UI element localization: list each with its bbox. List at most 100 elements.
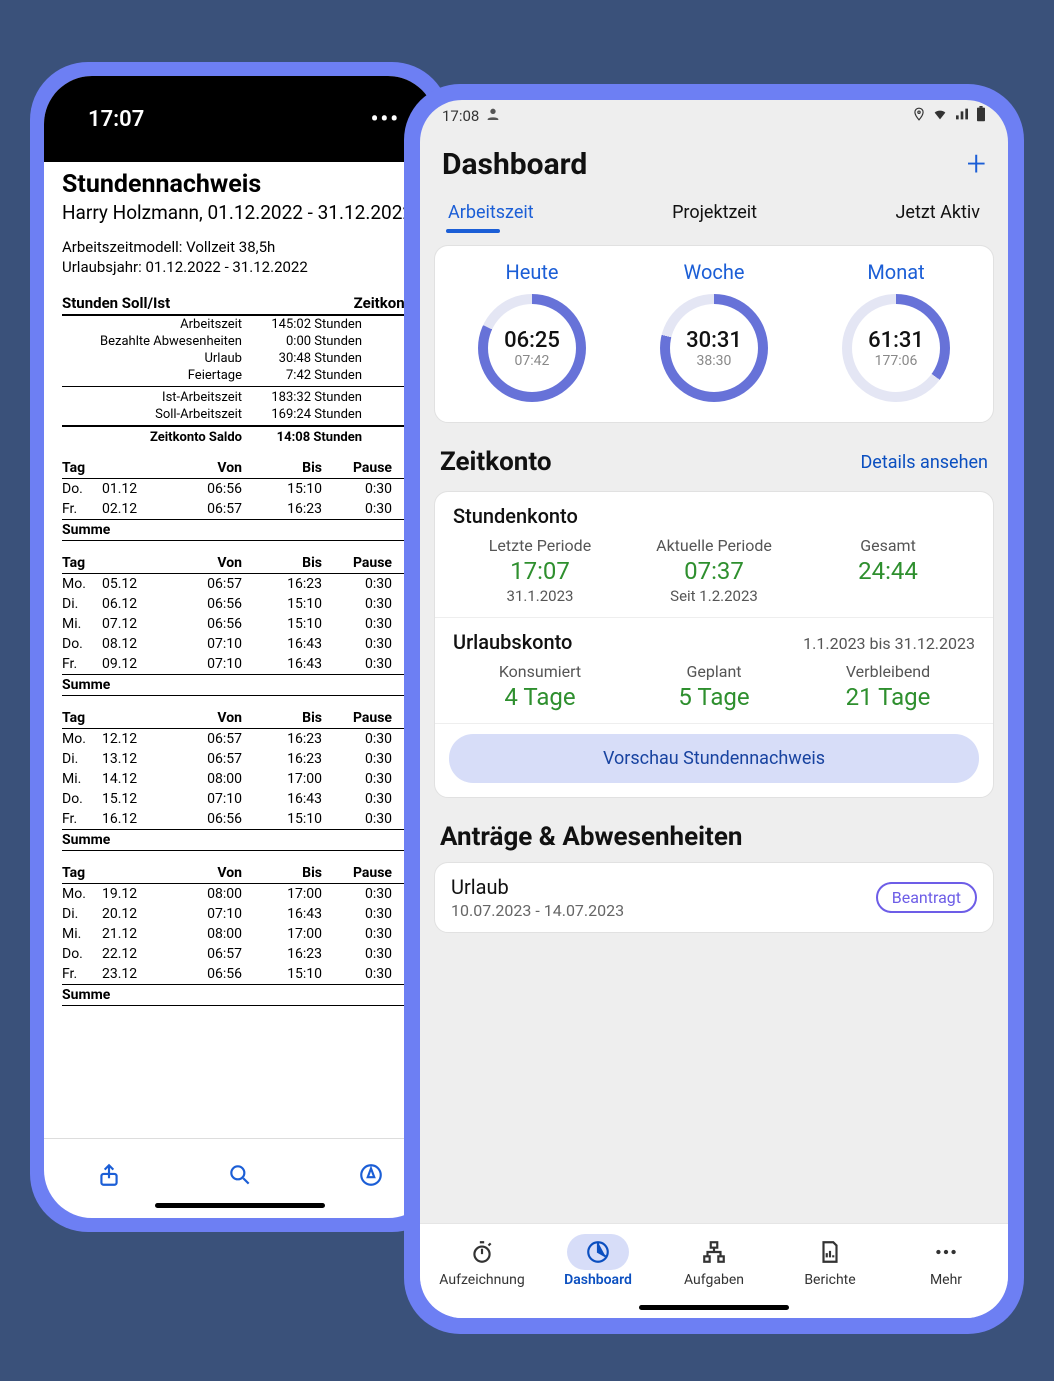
report-title: Stundennachweis <box>62 170 418 199</box>
phone-ios-screen: 17:07 ••• Stundennachweis Harry Holzmann… <box>44 76 436 1218</box>
urlaubskonto-period: 1.1.2023 bis 31.12.2023 <box>803 634 975 653</box>
preview-button[interactable]: Vorschau Stundennachweis <box>449 734 979 783</box>
summary-soll: Soll-Arbeitszeit 169:24 Stunden <box>62 406 418 423</box>
section-soll-ist: Stunden Soll/Ist <box>62 294 170 312</box>
time-row: Fr.09.1207:1016:430:30 <box>62 654 418 674</box>
summary-row: Arbeitszeit145:02 Stunden <box>62 316 418 333</box>
time-row: Do.15.1207:1016:430:30 <box>62 789 418 809</box>
share-icon[interactable] <box>96 1162 122 1195</box>
search-icon[interactable] <box>227 1162 253 1195</box>
zeitkonto-title: Zeitkonto <box>440 447 552 477</box>
phone-ios: 17:07 ••• Stundennachweis Harry Holzmann… <box>30 62 450 1232</box>
location-icon <box>912 107 926 125</box>
tab-projektzeit[interactable]: Projektzeit <box>670 192 759 235</box>
report-vacation-year: Urlaubsjahr: 01.12.2022 - 31.12.2022 <box>62 258 418 276</box>
time-row: Mo.12.1206:5716:230:30 <box>62 729 418 749</box>
phone-android: 17:08 Dashboard + Arbeitszeit Projektzei… <box>404 84 1024 1334</box>
ios-toolbar <box>44 1138 436 1218</box>
details-link[interactable]: Details ansehen <box>860 452 988 473</box>
tab-jetzt-aktiv[interactable]: Jetzt Aktiv <box>893 192 982 235</box>
stundenkonto-section: Stundenkonto Letzte Periode17:0731.1.202… <box>435 492 993 618</box>
week-sum: Summe <box>62 519 418 541</box>
ios-ellipsis-icon: ••• <box>371 107 400 132</box>
urlaub-col: Verbleibend21 Tage <box>801 662 975 711</box>
urlaub-col: Konsumiert4 Tage <box>453 662 627 711</box>
week-sum: Summe <box>62 674 418 696</box>
pie-chart-icon <box>567 1234 629 1270</box>
nav-mehr[interactable]: Mehr <box>888 1234 1004 1288</box>
zeitkonto-header: Zeitkonto Details ansehen <box>420 433 1008 481</box>
page-title: Dashboard <box>442 147 587 182</box>
time-row: Fr.02.1206:5716:230:30 <box>62 499 418 519</box>
gauge-woche[interactable]: Woche30:3138:30 <box>660 260 768 402</box>
phone-android-screen: 17:08 Dashboard + Arbeitszeit Projektzei… <box>420 100 1008 1318</box>
requests-title: Anträge & Abwesenheiten <box>440 822 742 852</box>
time-row: Di.06.1206:5615:100:30 <box>62 594 418 614</box>
time-row: Di.20.1207:1016:430:30 <box>62 904 418 924</box>
markup-icon[interactable] <box>358 1162 384 1195</box>
request-title: Urlaub <box>451 875 624 899</box>
time-row: Mi.21.1208:0017:000:30 <box>62 924 418 944</box>
stunden-col: Gesamt24:44 <box>801 536 975 605</box>
request-dates: 10.07.2023 - 14.07.2023 <box>451 901 624 920</box>
stunden-col: Letzte Periode17:0731.1.2023 <box>453 536 627 605</box>
signal-icon <box>954 106 970 126</box>
nav-aufgaben[interactable]: Aufgaben <box>656 1234 772 1288</box>
summary-row: Urlaub30:48 Stunden <box>62 350 418 367</box>
summary-row: Bezahlte Abwesenheiten0:00 Stunden <box>62 333 418 350</box>
nav-dashboard[interactable]: Dashboard <box>540 1234 656 1288</box>
zeitkonto-card: Stundenkonto Letzte Periode17:0731.1.202… <box>434 491 994 798</box>
android-clock: 17:08 <box>442 107 479 125</box>
time-gauges-card: Heute06:2507:42 Woche30:3138:30 Monat61:31… <box>434 245 994 423</box>
week-header: TagVonBisPause <box>62 863 418 884</box>
tab-arbeitszeit[interactable]: Arbeitszeit <box>446 192 536 235</box>
ios-home-indicator <box>155 1203 325 1208</box>
stunden-col: Aktuelle Periode07:37Seit 1.2.2023 <box>627 536 801 605</box>
add-button[interactable]: + <box>967 144 986 184</box>
report-document: Stundennachweis Harry Holzmann, 01.12.20… <box>44 154 436 1138</box>
battery-icon <box>976 106 986 126</box>
summary-row: Feiertage7:42 Stunden <box>62 367 418 384</box>
ios-clock: 17:07 <box>88 107 144 132</box>
request-status-badge: Beantragt <box>876 882 977 913</box>
report-workmodel: Arbeitszeitmodell: Vollzeit 38,5h <box>62 238 418 256</box>
time-row: Fr.23.1206:5615:100:30 <box>62 964 418 984</box>
week-header: TagVonBisPause <box>62 458 418 479</box>
report-subtitle: Harry Holzmann, 01.12.2022 - 31.12.2022 <box>62 201 418 224</box>
time-row: Mo.19.1208:0017:000:30 <box>62 884 418 904</box>
android-status-bar: 17:08 <box>420 100 1008 132</box>
urlaub-col: Geplant5 Tage <box>627 662 801 711</box>
time-row: Mi.14.1208:0017:000:30 <box>62 769 418 789</box>
week-sum: Summe <box>62 984 418 1006</box>
summary-ist: Ist-Arbeitszeit 183:32 Stunden Ze <box>62 389 418 406</box>
app-header: Dashboard + <box>420 132 1008 192</box>
report-section-header: Stunden Soll/Ist Zeitkonto <box>62 294 418 316</box>
time-row: Fr.16.1206:5615:100:30 <box>62 809 418 829</box>
nav-berichte[interactable]: Berichte <box>772 1234 888 1288</box>
person-icon <box>485 106 501 126</box>
week-header: TagVonBisPause <box>62 708 418 729</box>
nav-aufzeichnung[interactable]: Aufzeichnung <box>424 1234 540 1288</box>
time-row: Do.08.1207:1016:430:30 <box>62 634 418 654</box>
stopwatch-icon <box>424 1234 540 1270</box>
time-row: Do.01.1206:5615:100:30 <box>62 479 418 499</box>
urlaubskonto-title: Urlaubskonto <box>453 630 572 654</box>
week-header: TagVonBisPause <box>62 553 418 574</box>
time-row: Mo.05.1206:5716:230:30 <box>62 574 418 594</box>
report-icon <box>772 1234 888 1270</box>
ios-status-bar: 17:07 ••• <box>44 76 436 162</box>
time-row: Do.22.1206:5716:230:30 <box>62 944 418 964</box>
summary-saldo: Zeitkonto Saldo 14:08 Stunden <box>62 429 418 446</box>
gauge-heute[interactable]: Heute06:2507:42 <box>478 260 586 402</box>
requests-header: Anträge & Abwesenheiten <box>420 808 1008 856</box>
more-icon <box>888 1234 1004 1270</box>
time-row: Mi.07.1206:5615:100:30 <box>62 614 418 634</box>
top-tabs: Arbeitszeit Projektzeit Jetzt Aktiv <box>420 192 1008 235</box>
bottom-nav: Aufzeichnung Dashboard Aufgaben Berichte… <box>420 1223 1008 1318</box>
gauge-monat[interactable]: Monat61:31177:06 <box>842 260 950 402</box>
hierarchy-icon <box>656 1234 772 1270</box>
urlaubskonto-section: Urlaubskonto 1.1.2023 bis 31.12.2023 Kon… <box>435 618 993 724</box>
wifi-icon <box>932 106 948 126</box>
request-item[interactable]: Urlaub 10.07.2023 - 14.07.2023 Beantragt <box>434 862 994 933</box>
time-row: Di.13.1206:5716:230:30 <box>62 749 418 769</box>
